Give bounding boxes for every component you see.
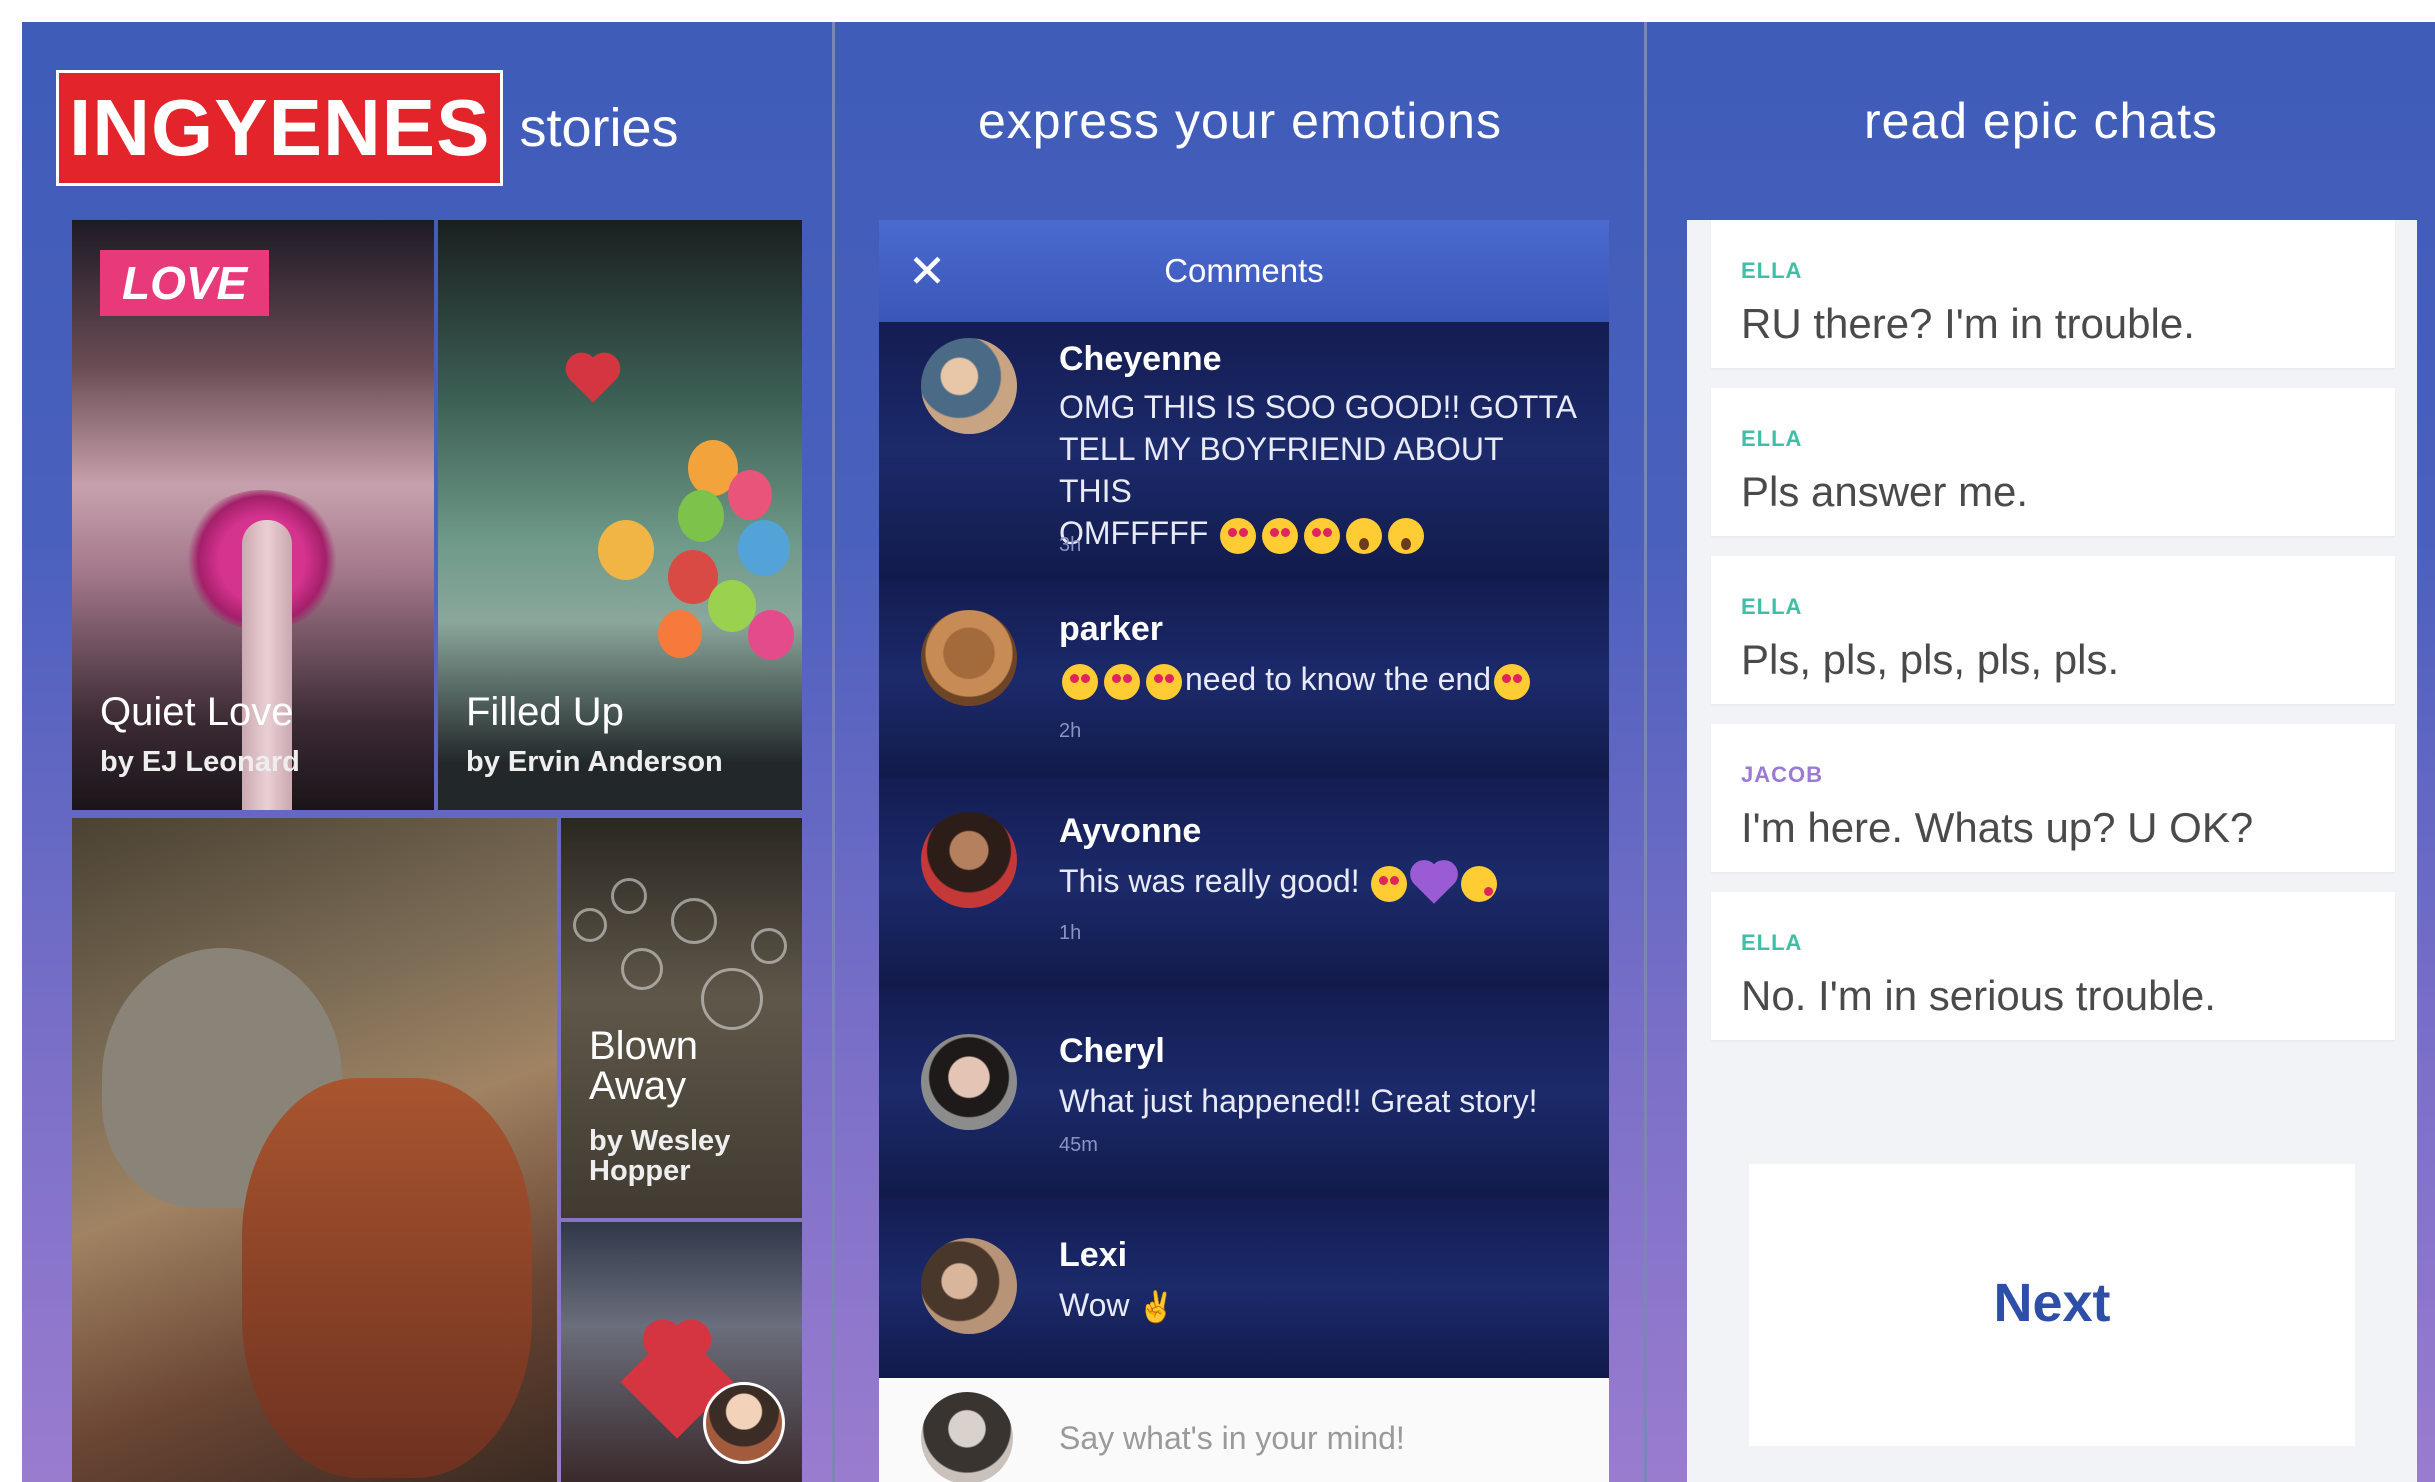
message-text: Pls answer me. [1741, 468, 2029, 515]
message-sender: ELLA [1741, 594, 1803, 619]
comment-item[interactable]: Cheryl What just happened!! Great story!… [879, 988, 1609, 1200]
avatar[interactable] [921, 338, 1017, 434]
brand-header: INGYENES stories [56, 70, 678, 186]
chat-message: ELLA RU there? I'm in trouble. [1711, 220, 2395, 368]
message-text: I'm here. Whats up? U OK? [1741, 804, 2254, 851]
next-label: Next [1993, 1273, 2111, 1333]
comment-text: Wow ✌ [1059, 1284, 1579, 1329]
message-sender: JACOB [1741, 762, 1824, 787]
heart-eyes-emoji-icon [1220, 517, 1257, 554]
shocked-emoji-icon [1346, 517, 1383, 554]
heart-eyes-emoji-icon [1262, 517, 1299, 554]
comment-item[interactable]: Lexi Wow ✌ [879, 1198, 1609, 1378]
story-author: by Wesley Hopper [589, 1125, 731, 1187]
chats-panel: read epic chats ELLA RU there? I'm in tr… [1647, 22, 2435, 1482]
message-text: No. I'm in serious trouble. [1741, 972, 2216, 1019]
purple-heart-icon [1414, 863, 1455, 904]
avatar[interactable] [921, 812, 1017, 908]
kiss-emoji-icon [1461, 865, 1498, 902]
bubble [611, 878, 647, 914]
ok-hand-icon: ✌ [1137, 1290, 1175, 1324]
comment-item[interactable]: Cheyenne OMG THIS IS SOO GOOD!! GOTTA TE… [879, 322, 1609, 582]
emotions-panel: express your emotions ✕ Comments Cheyenn… [835, 22, 1645, 1482]
bubble [621, 948, 663, 990]
message-text: RU there? I'm in trouble. [1741, 300, 2195, 347]
comment-text: OMG THIS IS SOO GOOD!! GOTTA TELL MY BOY… [1059, 386, 1579, 554]
comment-text: need to know the end [1059, 658, 1579, 700]
balloon [678, 490, 724, 542]
comment-author: Ayvonne [1059, 812, 1202, 850]
avatar[interactable] [921, 1034, 1017, 1130]
shocked-emoji-icon [1388, 517, 1425, 554]
panel-title: express your emotions [977, 93, 1502, 149]
comment-author: Lexi [1059, 1236, 1128, 1274]
heart-eyes-emoji-icon [1494, 663, 1531, 700]
comment-item[interactable]: Ayvonne This was really good! 1h [879, 778, 1609, 990]
close-icon[interactable]: ✕ [897, 220, 957, 322]
balloon [708, 580, 756, 632]
balloon [658, 610, 702, 658]
avatar[interactable] [921, 1238, 1017, 1334]
comments-header: ✕ Comments [879, 220, 1609, 322]
next-button[interactable]: Next [1749, 1164, 2355, 1446]
balloon [728, 470, 772, 520]
stories-panel: INGYENES stories LOVE Quiet Love by EJ L… [22, 22, 832, 1482]
bubble [573, 908, 607, 942]
comment-item[interactable]: parker need to know the end 2h [879, 580, 1609, 780]
chat-message: ELLA Pls, pls, pls, pls, pls. [1711, 556, 2395, 704]
comments-screen: ✕ Comments Cheyenne OMG THIS IS SOO GOOD… [879, 220, 1609, 1482]
story-grid: LOVE Quiet Love by EJ Leonard Filled Up … [72, 220, 802, 1482]
heart-eyes-emoji-icon [1371, 865, 1408, 902]
story-card-couple[interactable] [72, 818, 557, 1482]
comment-composer[interactable]: Say what's in your mind! [879, 1378, 1609, 1482]
author-avatar[interactable] [703, 1382, 785, 1464]
comment-author: parker [1059, 610, 1163, 648]
panel-title: read epic chats [1863, 93, 2219, 149]
avatar[interactable] [921, 610, 1017, 706]
story-author: by EJ Leonard [100, 746, 300, 778]
message-sender: ELLA [1741, 258, 1803, 283]
message-text: Pls, pls, pls, pls, pls. [1741, 636, 2120, 683]
story-title: Blown Away [589, 1024, 698, 1108]
brand-badge: INGYENES [56, 70, 504, 186]
story-card-heart-tree[interactable] [561, 1222, 802, 1482]
story-title: Filled Up [466, 690, 624, 734]
comment-time: 2h [1059, 720, 1082, 742]
comment-text: What just happened!! Great story! [1059, 1083, 1538, 1119]
heart-eyes-emoji-icon [1304, 517, 1341, 554]
comment-text: This was really good! [1059, 860, 1579, 904]
heart-eyes-emoji-icon [1146, 663, 1182, 700]
comment-time: 3h [1059, 534, 1082, 556]
heart-balloon-icon [570, 357, 616, 403]
story-title: Quiet Love [100, 690, 294, 734]
balloon [738, 520, 790, 576]
chat-screen: ELLA RU there? I'm in trouble. ELLA Pls … [1687, 220, 2417, 1482]
story-card-filled-up[interactable]: Filled Up by Ervin Anderson [438, 220, 802, 810]
balloon [748, 610, 794, 660]
comment-input[interactable]: Say what's in your mind! [1059, 1420, 1405, 1457]
chat-message: JACOB I'm here. Whats up? U OK? [1711, 724, 2395, 872]
comment-time: 1h [1059, 922, 1082, 944]
heart-eyes-emoji-icon [1062, 663, 1098, 700]
chat-message: ELLA Pls answer me. [1711, 388, 2395, 536]
comments-title: Comments [1164, 252, 1324, 289]
brand-suffix: stories [519, 98, 679, 158]
balloon [598, 520, 654, 580]
message-sender: ELLA [1741, 426, 1803, 451]
bubble [671, 898, 717, 944]
comment-author: Cheyenne [1059, 340, 1222, 378]
story-card-quiet-love[interactable]: LOVE Quiet Love by EJ Leonard [72, 220, 434, 810]
current-user-avatar [921, 1392, 1013, 1482]
story-card-blown-away[interactable]: Blown Away by Wesley Hopper [561, 818, 802, 1218]
message-sender: ELLA [1741, 930, 1803, 955]
bubble [751, 928, 787, 964]
heart-eyes-emoji-icon [1104, 663, 1140, 700]
chat-message: ELLA No. I'm in serious trouble. [1711, 892, 2395, 1040]
story-author: by Ervin Anderson [466, 746, 723, 778]
bubble [701, 968, 763, 1030]
comment-author: Cheryl [1059, 1032, 1165, 1070]
category-badge: LOVE [100, 250, 270, 316]
hair-image [242, 1078, 532, 1478]
comment-time: 45m [1059, 1134, 1098, 1156]
